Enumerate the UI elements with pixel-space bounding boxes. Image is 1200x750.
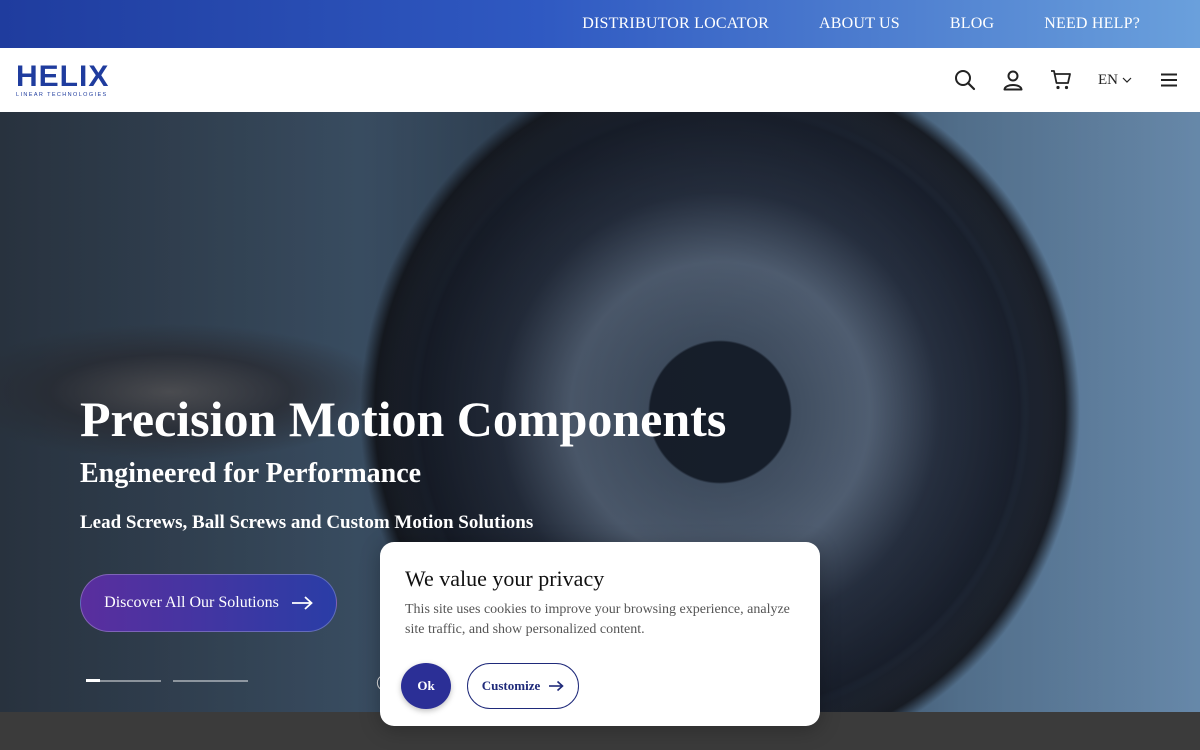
- cookie-text: This site uses cookies to improve your b…: [405, 602, 790, 637]
- top-utility-bar: DISTRIBUTOR LOCATOR ABOUT US BLOG NEED H…: [0, 0, 1200, 48]
- language-label: EN: [1098, 71, 1118, 88]
- slide-indicator[interactable]: [173, 680, 248, 682]
- cookie-customize-button[interactable]: Customize: [467, 663, 579, 709]
- need-help-link[interactable]: NEED HELP?: [1044, 15, 1140, 33]
- hero-title: Precision Motion Components: [80, 391, 727, 447]
- cart-icon[interactable]: [1050, 69, 1072, 91]
- slider-pagination: [86, 679, 248, 682]
- cookie-buttons: Ok Customize: [401, 663, 579, 709]
- customize-label: Customize: [481, 678, 541, 693]
- account-icon[interactable]: [1002, 69, 1024, 91]
- arrow-right-icon: [291, 596, 313, 610]
- logo-wordmark: HELIX: [16, 59, 110, 93]
- hero-tagline: Lead Screws, Ball Screws and Custom Moti…: [80, 512, 534, 533]
- header-actions: EN: [954, 69, 1184, 91]
- chevron-down-icon: [1122, 77, 1132, 83]
- cookie-consent-dialog: We value your privacy This site uses coo…: [380, 542, 820, 726]
- cookie-ok-button[interactable]: Ok: [401, 663, 451, 709]
- search-icon[interactable]: [954, 69, 976, 91]
- arrow-right-icon: [549, 680, 564, 692]
- main-header: HELIX LINEAR TECHNOLOGIES EN: [0, 48, 1200, 112]
- blog-link[interactable]: BLOG: [950, 15, 994, 33]
- helix-logo[interactable]: HELIX LINEAR TECHNOLOGIES: [16, 59, 110, 99]
- menu-icon[interactable]: [1158, 69, 1180, 91]
- discover-solutions-button[interactable]: Discover All Our Solutions: [80, 574, 337, 632]
- hero-subtitle: Engineered for Performance: [80, 458, 422, 489]
- slide-indicator[interactable]: [86, 679, 161, 682]
- cookie-title: We value your privacy: [405, 566, 605, 591]
- logo-tagline: LINEAR TECHNOLOGIES: [16, 91, 108, 98]
- cta-label: Discover All Our Solutions: [104, 594, 279, 611]
- about-us-link[interactable]: ABOUT US: [819, 15, 900, 33]
- distributor-locator-link[interactable]: DISTRIBUTOR LOCATOR: [582, 15, 769, 33]
- language-selector[interactable]: EN: [1098, 72, 1132, 89]
